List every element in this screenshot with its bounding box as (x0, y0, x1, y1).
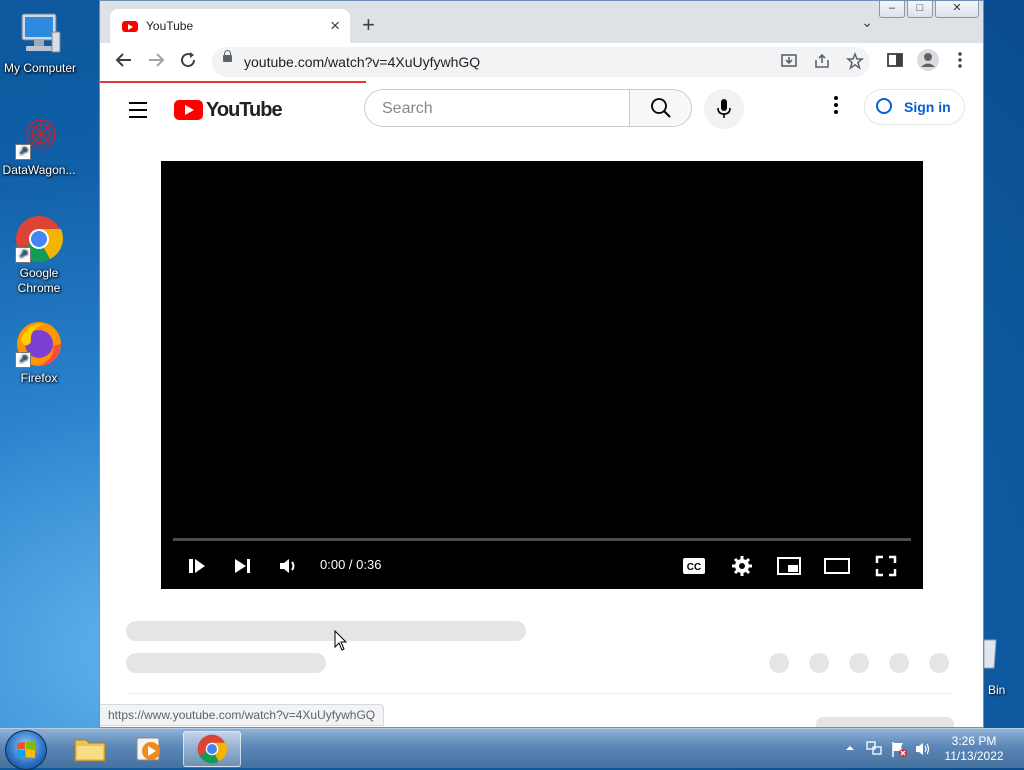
chrome-icon: ↗ (15, 215, 63, 263)
sidebar-skeleton (816, 717, 954, 727)
action-skeleton (929, 653, 949, 673)
install-icon[interactable] (780, 52, 798, 74)
bookmark-star-icon[interactable] (846, 51, 864, 74)
search-icon (651, 98, 671, 118)
reload-icon[interactable] (179, 51, 197, 74)
search-button[interactable] (629, 89, 692, 127)
firefox-icon: ↗ (15, 320, 63, 368)
windows-logo-icon (17, 741, 35, 758)
recycle-bin-label: Bin (988, 683, 1006, 697)
taskbar: 3:26 PM 11/13/2022 (0, 728, 1024, 770)
taskbar-media-player[interactable] (121, 731, 179, 767)
browser-menu-icon[interactable] (951, 51, 969, 74)
miniplayer-icon[interactable] (777, 555, 801, 582)
video-time-display: 0:00 / 0:36 (320, 557, 382, 572)
forward-icon[interactable] (147, 51, 165, 74)
address-bar[interactable]: youtube.com/watch?v=4XuUyfywhGQ (212, 47, 870, 77)
microphone-icon (717, 99, 731, 118)
side-panel-icon[interactable] (886, 51, 904, 74)
recycle-bin-partial[interactable]: Bin (984, 630, 1024, 700)
computer-icon (16, 10, 64, 58)
settings-menu-icon[interactable] (833, 95, 839, 121)
desktop-icon-google-chrome[interactable]: ↗ Google Chrome (0, 215, 79, 296)
account-icon (876, 98, 892, 114)
clock-time: 3:26 PM (951, 734, 997, 748)
folder-icon (74, 739, 106, 762)
video-player[interactable]: 0:00 / 0:36 CC (161, 161, 923, 589)
back-icon[interactable] (115, 51, 133, 74)
fullscreen-icon[interactable] (875, 555, 897, 582)
tab-strip: YouTube × + ⌄ (100, 1, 983, 43)
network-icon[interactable] (866, 740, 882, 759)
play-icon[interactable] (186, 555, 208, 582)
taskbar-chrome[interactable] (183, 731, 241, 767)
action-skeleton (769, 653, 789, 673)
voice-search-button[interactable] (704, 89, 744, 129)
action-skeleton (849, 653, 869, 673)
browser-toolbar: youtube.com/watch?v=4XuUyfywhGQ (100, 43, 983, 81)
tab-close-icon[interactable]: × (330, 16, 340, 36)
desktop-icon-datawagon[interactable]: ↗ DataWagon... (0, 112, 79, 178)
mouse-cursor-icon (334, 630, 348, 651)
youtube-logo-text: YouTube (206, 99, 283, 121)
theater-mode-icon[interactable] (824, 555, 850, 582)
new-tab-button[interactable]: + (362, 12, 375, 38)
tab-youtube[interactable]: YouTube × (110, 9, 350, 43)
profile-avatar-icon[interactable] (917, 49, 939, 76)
subtitles-cc-icon[interactable]: CC (682, 555, 706, 582)
channel-skeleton (126, 653, 326, 673)
tab-search-button[interactable]: ⌄ (861, 14, 873, 31)
divider (128, 693, 954, 694)
url-text[interactable]: youtube.com/watch?v=4XuUyfywhGQ (244, 54, 480, 70)
show-hidden-icons-icon[interactable] (845, 742, 855, 756)
next-video-icon[interactable] (232, 555, 254, 582)
action-skeleton (889, 653, 909, 673)
recycle-bin-icon (984, 639, 997, 669)
cc-label: CC (687, 562, 701, 573)
desktop-icon-my-computer[interactable]: My Computer (0, 10, 80, 76)
desktop-icon-label: Firefox (20, 371, 58, 385)
desktop-icon-firefox[interactable]: ↗ Firefox (0, 320, 79, 386)
search-box (364, 89, 629, 127)
chrome-icon (197, 734, 227, 764)
media-player-icon (136, 737, 160, 761)
desktop-icon-label: DataWagon... (2, 163, 76, 177)
shortcut-arrow-icon: ↗ (15, 144, 31, 160)
youtube-favicon-icon (122, 21, 138, 32)
shortcut-arrow-icon: ↗ (15, 247, 31, 263)
desktop-icon-label: My Computer (3, 61, 77, 75)
datawagon-icon: ↗ (15, 112, 63, 160)
settings-gear-icon[interactable] (731, 555, 753, 582)
volume-icon[interactable] (278, 555, 300, 582)
youtube-play-logo-icon (174, 100, 203, 120)
lock-icon (223, 50, 232, 62)
taskbar-clock[interactable]: 3:26 PM 11/13/2022 (936, 734, 1012, 764)
clock-date: 11/13/2022 (944, 749, 1004, 763)
title-skeleton (126, 621, 526, 641)
browser-window: – □ ✕ YouTube × + ⌄ youtube.com/watch?v=… (99, 0, 984, 728)
video-progress-bar[interactable] (173, 538, 911, 541)
tab-title: YouTube (146, 19, 194, 33)
sign-in-label: Sign in (904, 99, 951, 115)
youtube-page: YouTube Sign in (100, 81, 983, 727)
status-bar-url: https://www.youtube.com/watch?v=4XuUyfyw… (100, 704, 385, 726)
shortcut-arrow-icon: ↗ (15, 352, 31, 368)
start-button[interactable] (5, 730, 47, 770)
action-skeleton (809, 653, 829, 673)
taskbar-explorer[interactable] (61, 731, 119, 767)
search-input[interactable] (380, 99, 614, 119)
guide-menu-icon[interactable] (129, 102, 147, 123)
desktop-icon-label: Google Chrome (17, 266, 61, 295)
page-load-progress (100, 81, 366, 83)
volume-tray-icon[interactable] (914, 740, 932, 761)
share-icon[interactable] (813, 52, 831, 74)
action-center-flag-icon[interactable] (890, 740, 908, 761)
sign-in-button[interactable]: Sign in (864, 89, 965, 125)
